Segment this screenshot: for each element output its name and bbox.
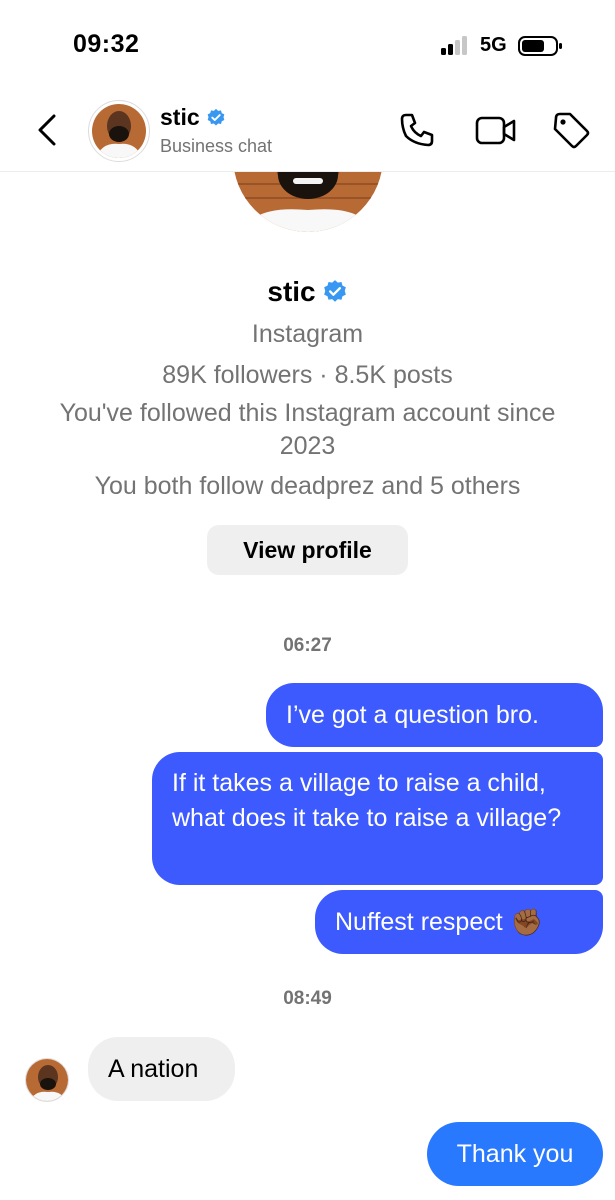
header-subtitle: Business chat xyxy=(160,136,273,156)
raised-fist-emoji: ✊🏾 xyxy=(510,906,544,937)
profile-mutual-follows: You both follow deadprez and 5 others xyxy=(94,472,521,500)
header-name[interactable]: stic xyxy=(160,104,226,131)
header-name-text: stic xyxy=(160,104,200,130)
message-text: A nation xyxy=(108,1055,199,1083)
status-bar: 09:32 5G xyxy=(0,0,615,90)
call-button[interactable] xyxy=(397,110,437,150)
signal-icon xyxy=(441,35,473,55)
verified-badge-icon xyxy=(323,280,346,302)
header-avatar[interactable] xyxy=(88,100,150,162)
battery-icon xyxy=(518,35,563,57)
status-time: 09:32 xyxy=(73,30,140,58)
outgoing-message[interactable]: Nuffest respect ✊🏾 xyxy=(315,890,603,954)
chevron-left-icon xyxy=(38,114,56,146)
view-profile-button[interactable]: View profile xyxy=(207,525,408,575)
outgoing-message[interactable]: Thank you xyxy=(427,1122,603,1186)
network-label: 5G xyxy=(480,34,507,56)
video-icon xyxy=(475,116,516,145)
timestamp: 08:49 xyxy=(283,988,332,1009)
message-text: Nuffest respect xyxy=(335,907,503,936)
profile-name: stic xyxy=(0,276,615,308)
sender-avatar[interactable] xyxy=(25,1058,69,1102)
video-call-button[interactable] xyxy=(474,110,516,150)
outgoing-message[interactable]: I’ve got a question bro. xyxy=(266,683,603,747)
chat-header: stic Business chat xyxy=(0,90,615,172)
tag-button[interactable] xyxy=(551,110,591,150)
profile-followed-since-line2: 2023 xyxy=(279,432,336,460)
profile-followed-since-line1: You've followed this Instagram account s… xyxy=(59,399,556,427)
message-text: If it takes a village to raise a child, … xyxy=(172,769,562,832)
message-text: I’ve got a question bro. xyxy=(286,701,539,729)
back-button[interactable] xyxy=(30,108,66,152)
tag-icon xyxy=(553,112,590,149)
phone-icon xyxy=(400,113,434,147)
timestamp: 06:27 xyxy=(283,635,332,656)
incoming-message[interactable]: A nation xyxy=(88,1037,235,1101)
profile-platform: Instagram xyxy=(251,320,364,348)
message-text: Thank you xyxy=(456,1140,574,1168)
profile-stats: 89K followers · 8.5K posts xyxy=(162,361,453,389)
verified-badge-icon xyxy=(207,108,224,125)
outgoing-message[interactable]: If it takes a village to raise a child, … xyxy=(152,752,603,885)
profile-name-text: stic xyxy=(267,276,316,307)
